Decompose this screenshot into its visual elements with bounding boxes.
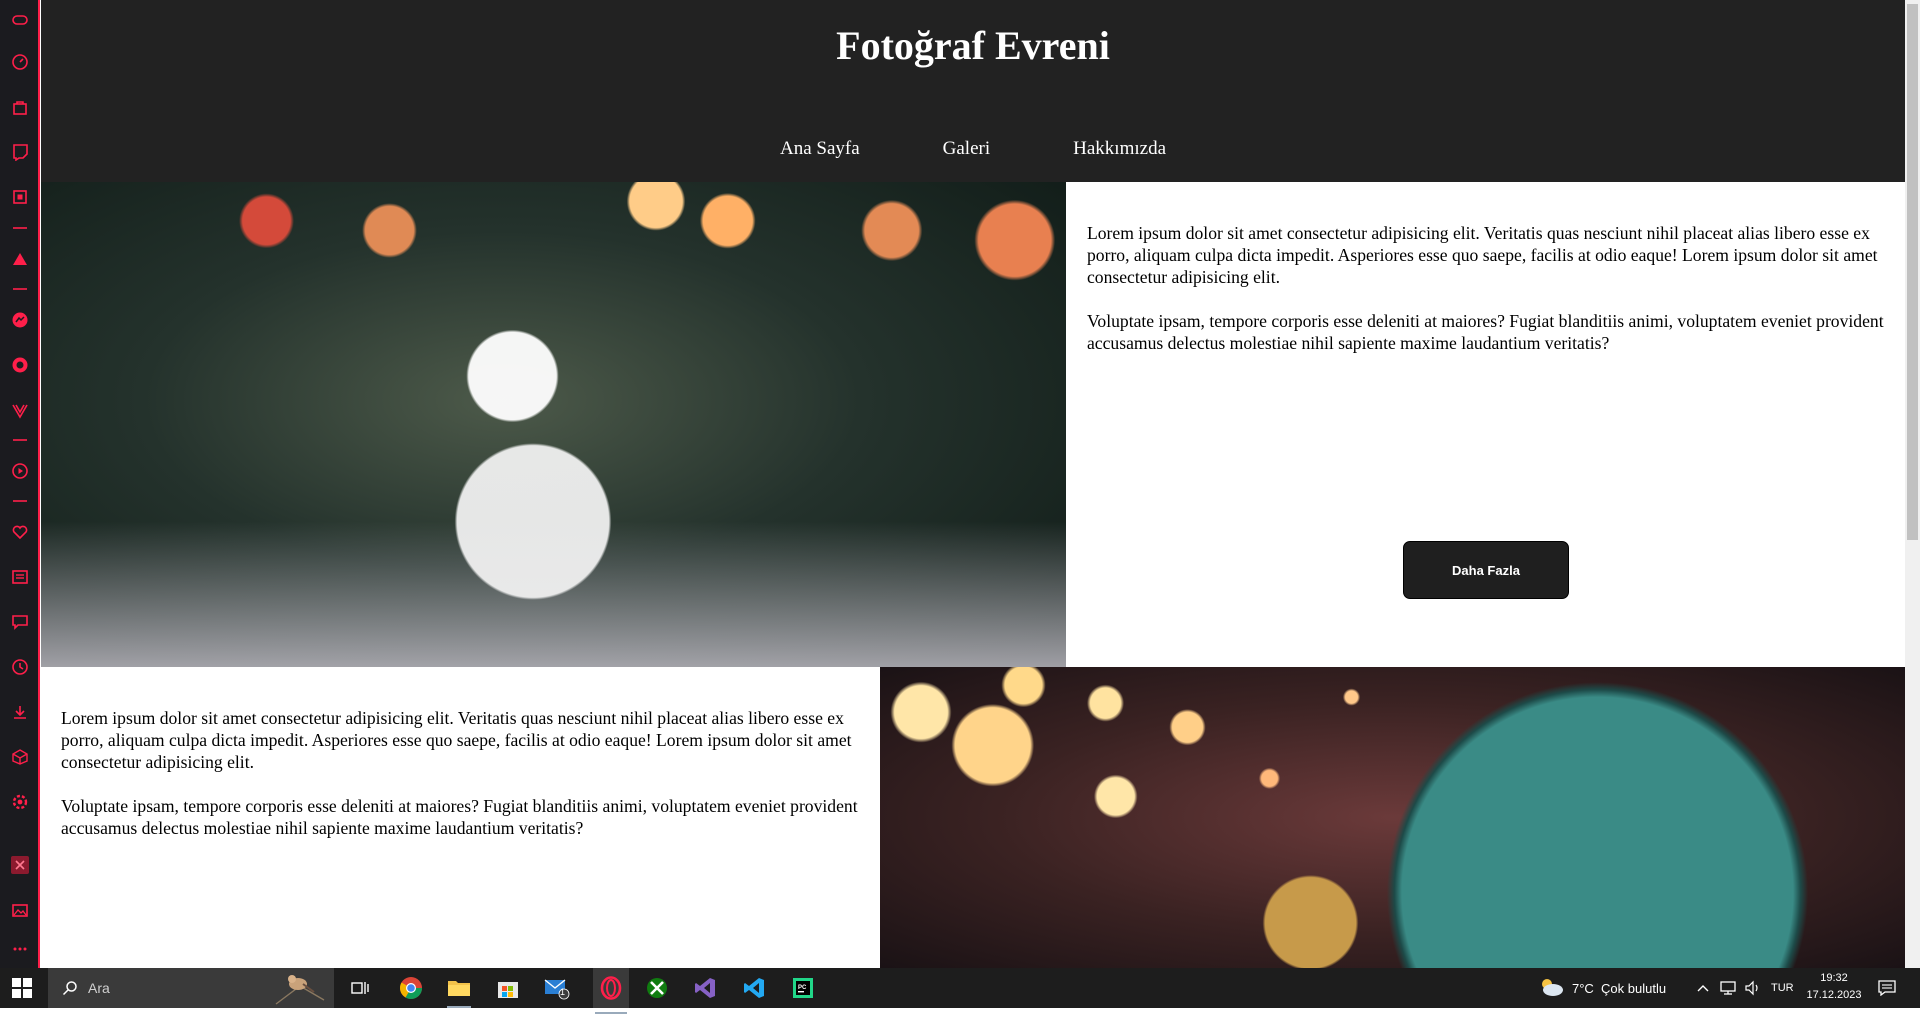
box-icon[interactable]: [9, 746, 31, 768]
search-placeholder: Ara: [88, 980, 110, 996]
chat-icon[interactable]: [9, 611, 31, 633]
player-icon[interactable]: [9, 460, 31, 482]
pycharm-icon[interactable]: PC: [789, 974, 817, 1002]
microsoft-store-icon[interactable]: [494, 974, 522, 1002]
second-paragraph-1: Lorem ipsum dolor sit amet consectetur a…: [61, 708, 852, 772]
cloudy-weather-icon: [1538, 977, 1564, 1000]
bag-icon[interactable]: [9, 96, 31, 118]
mail-icon[interactable]: 1: [543, 974, 571, 1002]
whatsapp-icon[interactable]: [9, 354, 31, 376]
snowman-photo: [41, 182, 1066, 667]
nav-about[interactable]: Hakkımızda: [1073, 138, 1166, 160]
settings-icon[interactable]: [9, 791, 31, 813]
bird-illustration-icon: [270, 970, 330, 1006]
visual-studio-icon[interactable]: [691, 974, 719, 1002]
pinboard-icon[interactable]: [9, 854, 31, 876]
twitch-icon[interactable]: [9, 141, 31, 163]
intro-paragraph-2: Voluptate ipsam, tempore corporis esse d…: [1087, 311, 1884, 353]
show-hidden-icons-chevron-up-icon[interactable]: [1697, 968, 1709, 1008]
volume-icon[interactable]: [1744, 968, 1762, 1008]
sidebar-separator: [13, 227, 27, 229]
heart-icon[interactable]: [9, 521, 31, 543]
more-button[interactable]: Daha Fazla: [1403, 541, 1569, 599]
chrome-icon[interactable]: [397, 974, 425, 1002]
more-icon[interactable]: [9, 938, 31, 960]
clock-icon[interactable]: [9, 656, 31, 678]
task-view-icon[interactable]: [346, 974, 374, 1002]
browser-sidebar: [0, 0, 40, 968]
intro-text-section: Lorem ipsum dolor sit amet consectetur a…: [1066, 182, 1905, 667]
search-icon: [62, 980, 78, 996]
taskbar-search[interactable]: Ara: [48, 968, 334, 1008]
svg-text:PC: PC: [798, 985, 807, 991]
ornament-photo: [880, 667, 1905, 968]
news-icon[interactable]: [9, 566, 31, 588]
vk-icon[interactable]: [9, 399, 31, 421]
mail-badge: 1: [560, 987, 566, 997]
taskbar-clock[interactable]: 19:32 17.12.2023: [1796, 970, 1872, 1004]
weather-text: 7°C Çok bulutlu: [1572, 980, 1667, 996]
gallery-icon[interactable]: [9, 899, 31, 921]
clock-time: 19:32: [1820, 972, 1848, 984]
sidebar-separator: [13, 439, 27, 441]
aria-icon[interactable]: [9, 248, 31, 270]
clock-date: 17.12.2023: [1806, 989, 1862, 1001]
page-scrollbar[interactable]: [1905, 0, 1920, 968]
scrollbar-thumb[interactable]: [1907, 4, 1918, 540]
opera-gx-icon[interactable]: [593, 968, 629, 1014]
site-title: Fotoğraf Evreni: [836, 23, 1110, 68]
vscode-icon[interactable]: [740, 974, 768, 1002]
notifications-icon[interactable]: [1878, 968, 1896, 1008]
intro-paragraph-1: Lorem ipsum dolor sit amet consectetur a…: [1087, 223, 1878, 287]
second-paragraph-2: Voluptate ipsam, tempore corporis esse d…: [61, 796, 858, 838]
language-indicator[interactable]: TUR: [1771, 968, 1794, 1008]
download-icon[interactable]: [9, 701, 31, 723]
cpu-icon[interactable]: [9, 186, 31, 208]
sidebar-separator: [13, 500, 27, 502]
network-icon[interactable]: [1719, 968, 1737, 1008]
weather-widget[interactable]: 7°C Çok bulutlu: [1538, 968, 1666, 1008]
nav-gallery[interactable]: Galeri: [943, 138, 990, 160]
windows-start-icon[interactable]: [12, 978, 32, 998]
taskbar: Ara 1 PC 7°C Çok bulutlu TUR 19:32 17.12…: [0, 968, 1920, 1014]
messenger-icon[interactable]: [9, 309, 31, 331]
second-text-section: Lorem ipsum dolor sit amet consectetur a…: [41, 667, 880, 968]
page-viewport: Fotoğraf Evreni Ana Sayfa Galeri Hakkımı…: [41, 0, 1905, 968]
main-nav: Ana Sayfa Galeri Hakkımızda: [41, 138, 1905, 160]
nav-home[interactable]: Ana Sayfa: [780, 138, 860, 160]
site-header: Fotoğraf Evreni Ana Sayfa Galeri Hakkımı…: [41, 0, 1905, 182]
file-explorer-icon[interactable]: [445, 974, 473, 1008]
gamepad-icon[interactable]: [9, 9, 31, 31]
sidebar-separator: [13, 288, 27, 290]
speedometer-icon[interactable]: [9, 51, 31, 73]
xbox-icon[interactable]: [643, 974, 671, 1002]
